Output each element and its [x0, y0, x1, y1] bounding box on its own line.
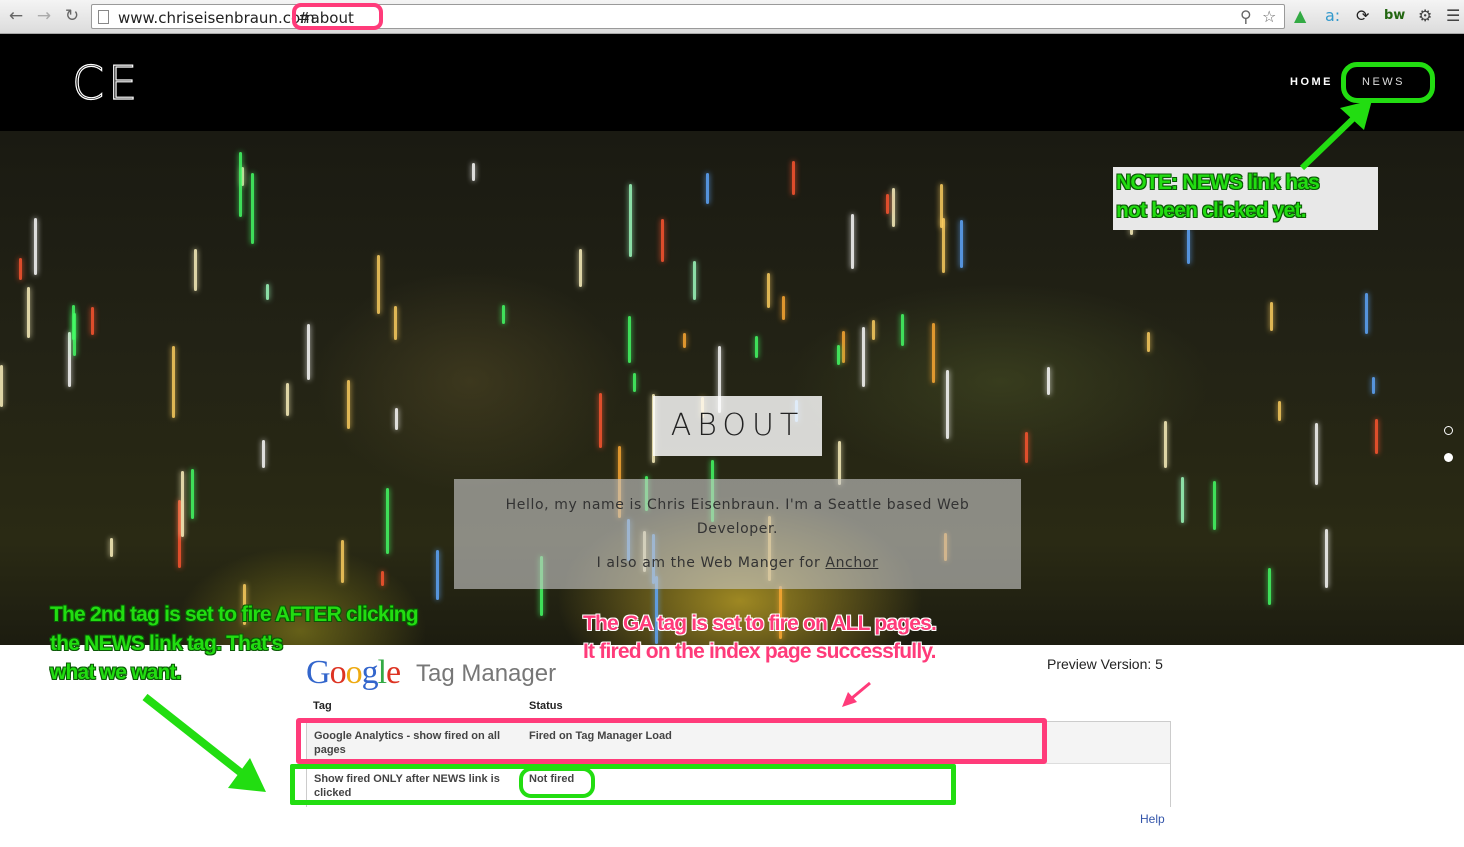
green-arrow-to-news	[1299, 100, 1372, 171]
pink-arrow-to-row	[842, 681, 871, 707]
annotation-arrows	[142, 100, 1372, 792]
green-arrow-to-row	[142, 693, 266, 792]
screenshot-root: ← → ↻ www.chriseisenbraun.com #about ⚲ ☆…	[0, 0, 1464, 847]
